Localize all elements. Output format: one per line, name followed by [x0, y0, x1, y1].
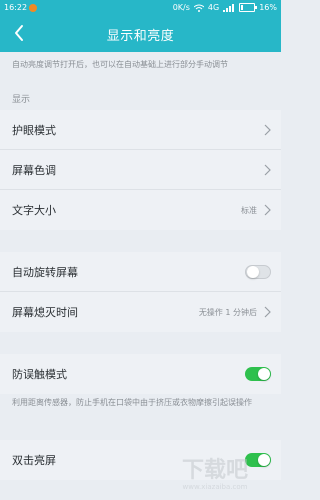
display-settings-group: 护眼模式 屏幕色调 文字大小 标准 [0, 110, 281, 230]
row-label: 自动旋转屏幕 [12, 265, 78, 279]
chevron-right-icon [264, 124, 271, 135]
watermark-logo: 下载吧 www.xiazaiba.com [155, 447, 275, 492]
svg-text:www.xiazaiba.com: www.xiazaiba.com [183, 483, 248, 491]
row-label: 防误触模式 [12, 368, 67, 381]
rotation-timeout-group: 自动旋转屏幕 屏幕熄灭时间 无操作 1 分钟后 [0, 252, 281, 332]
chevron-right-icon [264, 306, 271, 318]
row-auto-rotate[interactable]: 自动旋转屏幕 [0, 252, 281, 292]
row-value: 无操作 1 分钟后 [198, 307, 257, 317]
anti-mistouch-group: 防误触模式 [0, 354, 281, 394]
chevron-right-icon [264, 204, 271, 216]
battery-text: 16% [259, 3, 277, 12]
row-anti-mistouch[interactable]: 防误触模式 [0, 354, 281, 394]
row-font-size[interactable]: 文字大小 标准 [0, 190, 281, 230]
network-speed: 0K/s [172, 3, 190, 12]
status-indicators: 0K/s 4G 16% [173, 3, 277, 12]
row-label: 护眼模式 [12, 123, 56, 137]
row-screen-tone[interactable]: 屏幕色调 [0, 150, 281, 190]
row-label: 屏幕色调 [12, 163, 56, 177]
toggle-knob [247, 265, 259, 278]
anti-mistouch-description: 利用距离传感器，防止手机在口袋中由于挤压或衣物摩擦引起误操作 [12, 398, 252, 407]
auto-rotate-toggle[interactable] [245, 264, 271, 279]
toggle-knob [258, 368, 270, 380]
network-type: 4G [207, 3, 220, 12]
battery-fill [241, 5, 244, 10]
page-title: 显示和亮度 [106, 29, 175, 44]
row-value: 标准 [241, 205, 257, 215]
status-time: 16:22 [4, 3, 28, 12]
signal-icon [223, 3, 235, 12]
section-display-label: 显示 [12, 95, 31, 105]
anti-mistouch-toggle[interactable] [245, 367, 271, 381]
status-bar: 16:22 0K/s 4G 16% [0, 0, 281, 16]
row-eye-protection[interactable]: 护眼模式 [0, 110, 281, 150]
svg-text:下载吧: 下载吧 [182, 457, 248, 483]
row-label: 文字大小 [12, 204, 56, 217]
brightness-description: 自动亮度调节打开后，也可以在自动基础上进行部分手动调节 [12, 60, 228, 69]
wifi-icon [193, 4, 205, 12]
app-header: 显示和亮度 [0, 16, 281, 52]
row-screen-timeout[interactable]: 屏幕熄灭时间 无操作 1 分钟后 [0, 292, 281, 332]
notification-icon [29, 4, 37, 12]
row-label: 屏幕熄灭时间 [12, 306, 78, 319]
battery-icon [239, 3, 258, 12]
chevron-right-icon [264, 164, 271, 175]
